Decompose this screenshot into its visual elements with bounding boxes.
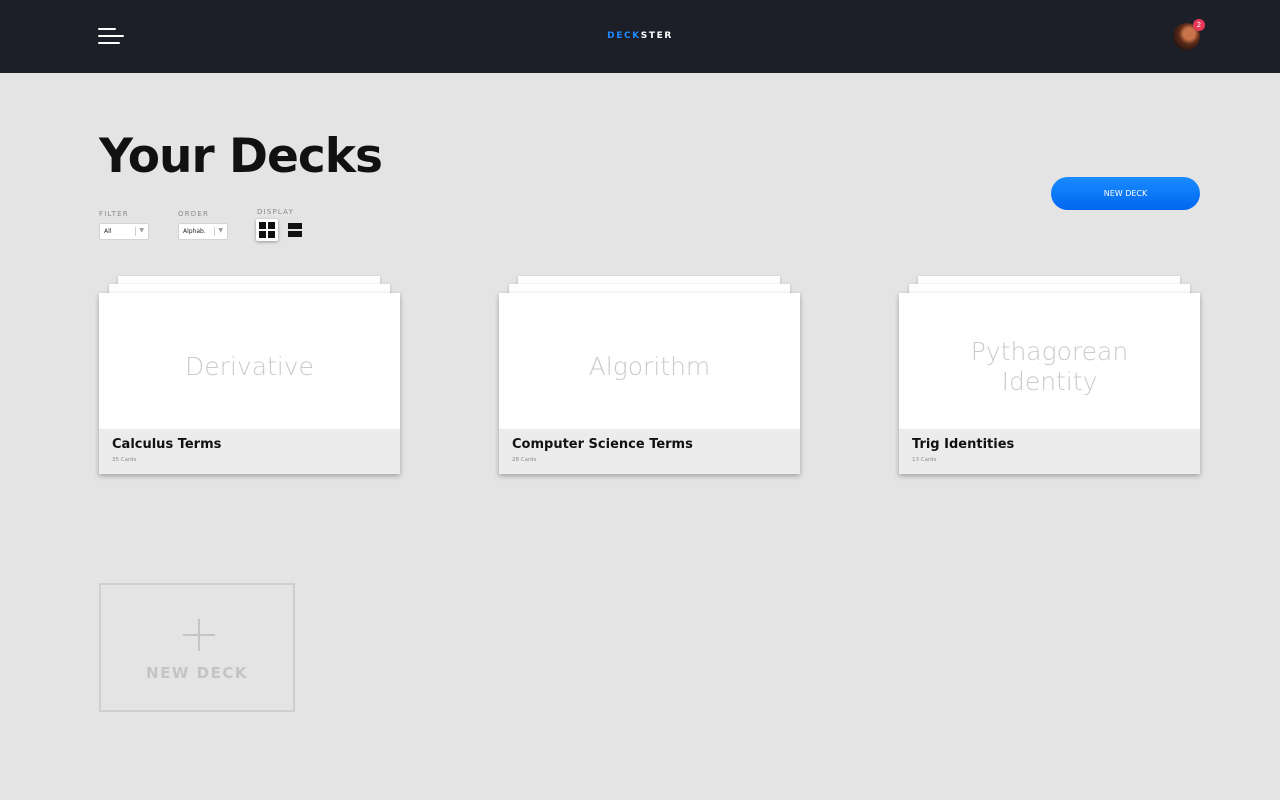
chevron-down-icon: ▼ — [218, 227, 223, 234]
select-divider — [214, 227, 215, 236]
list-view-icon[interactable] — [288, 222, 302, 238]
add-deck-tile[interactable]: NEW DECK — [99, 583, 295, 712]
deck-card[interactable]: Algorithm Computer Science Terms 28 Card… — [499, 276, 800, 474]
order-value: Alphab. — [183, 228, 206, 235]
deck-name: Calculus Terms — [112, 437, 222, 452]
top-navigation-bar: DECKSTER 2 — [0, 0, 1280, 73]
deck-preview-term: Derivative — [185, 351, 314, 381]
select-divider — [135, 227, 136, 236]
page-title: Your Decks — [99, 129, 383, 184]
filter-value: All — [104, 228, 112, 235]
deck-card-footer: Calculus Terms 35 Cards — [99, 429, 400, 474]
order-select[interactable]: Alphab. ▼ — [178, 223, 228, 240]
display-label: DISPLAY — [257, 208, 295, 216]
list-row — [288, 231, 302, 237]
notification-badge[interactable]: 2 — [1193, 19, 1205, 31]
deck-card-face: Pythagorean Identity Trig Identities 13 … — [899, 293, 1200, 474]
list-row — [288, 223, 302, 229]
add-deck-label: NEW DECK — [146, 664, 248, 682]
deck-card-count: 13 Cards — [912, 457, 937, 463]
filter-select[interactable]: All ▼ — [99, 223, 149, 240]
deck-preview-term: Pythagorean Identity — [970, 336, 1129, 396]
app-logo[interactable]: DECKSTER — [0, 30, 1280, 42]
logo-part-ster: STER — [640, 31, 673, 41]
deck-card[interactable]: Derivative Calculus Terms 35 Cards — [99, 276, 400, 474]
deck-card-footer: Computer Science Terms 28 Cards — [499, 429, 800, 474]
grid-cell — [259, 222, 266, 229]
deck-card-count: 28 Cards — [512, 457, 537, 463]
grid-cell — [259, 231, 266, 238]
deck-card-footer: Trig Identities 13 Cards — [899, 429, 1200, 474]
plus-icon — [198, 619, 200, 651]
menu-line — [98, 42, 120, 44]
logo-part-deck: DECK — [607, 31, 641, 41]
deck-card-face: Derivative Calculus Terms 35 Cards — [99, 293, 400, 474]
deck-card-count: 35 Cards — [112, 457, 137, 463]
deck-preview-term: Algorithm — [588, 351, 711, 381]
deck-card-face: Algorithm Computer Science Terms 28 Card… — [499, 293, 800, 474]
deck-name: Computer Science Terms — [512, 437, 693, 452]
filter-label: FILTER — [99, 210, 129, 218]
grid-view-icon[interactable] — [256, 219, 278, 241]
grid-cell — [268, 222, 275, 229]
deck-card[interactable]: Pythagorean Identity Trig Identities 13 … — [899, 276, 1200, 474]
order-label: ORDER — [178, 210, 210, 218]
new-deck-button[interactable]: NEW DECK — [1051, 177, 1200, 210]
deck-name: Trig Identities — [912, 437, 1015, 452]
grid-cell — [268, 231, 275, 238]
chevron-down-icon: ▼ — [139, 227, 144, 234]
